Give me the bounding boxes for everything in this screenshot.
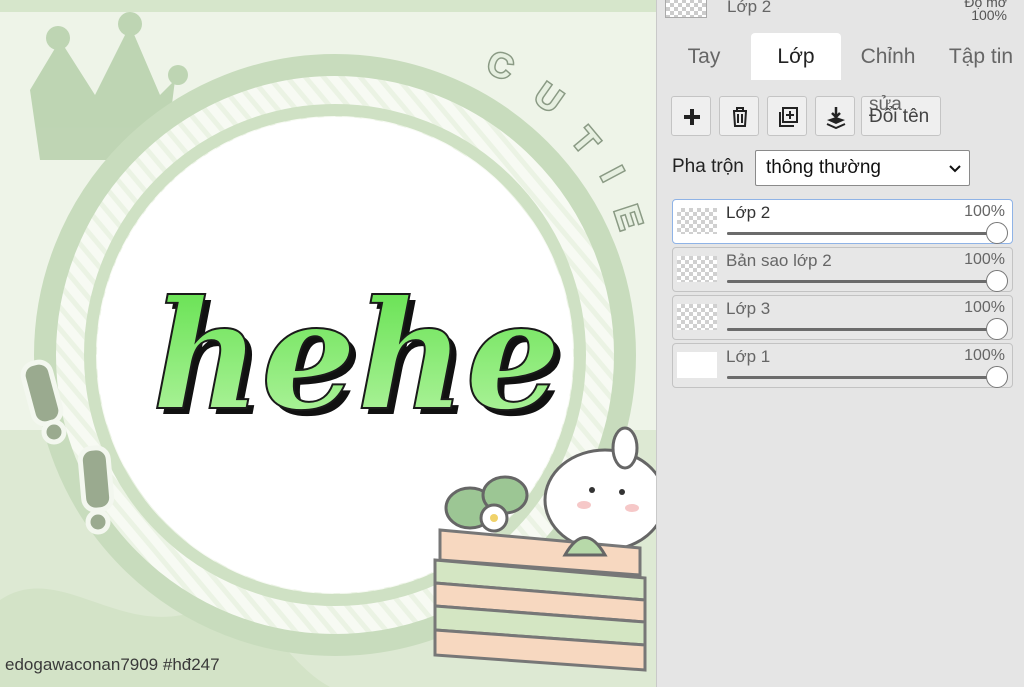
layer-name: Lớp 3 xyxy=(726,299,771,318)
layer-opacity: 100% xyxy=(964,203,1005,220)
layer-thumbnail xyxy=(677,352,717,378)
layer-thumbnail xyxy=(677,256,717,282)
add-layer-button[interactable] xyxy=(671,96,711,136)
blend-mode-label: Pha trộn xyxy=(672,156,744,177)
tab-hand[interactable]: Tay xyxy=(665,33,743,80)
opacity-slider[interactable] xyxy=(727,232,997,235)
layer-opacity: 100% xyxy=(964,251,1005,268)
chevron-down-icon xyxy=(949,165,961,173)
duplicate-icon xyxy=(779,107,798,127)
layer-thumbnail xyxy=(677,304,717,330)
current-layer-name: Lớp 2 xyxy=(727,0,772,16)
layer-thumbnail xyxy=(677,208,717,234)
duplicate-layer-button[interactable] xyxy=(767,96,807,136)
tab-file[interactable]: Tập tin xyxy=(937,33,1024,80)
current-layer-header: Lớp 2 Độ mờ 100% xyxy=(657,0,1024,30)
opacity-slider[interactable] xyxy=(727,280,997,283)
rename-label: Đổi tên xyxy=(869,106,930,127)
opacity-value: 100% xyxy=(971,7,1007,23)
opacity-slider[interactable] xyxy=(727,376,997,379)
layers-panel: Lớp 2 Độ mờ 100% Tay Lớp Chỉnh Tập tin s… xyxy=(656,0,1024,687)
layer-item[interactable]: Lớp 2 100% xyxy=(672,199,1013,244)
hehe-text-art: hehe hehe xyxy=(151,267,567,450)
layer-name: Lớp 2 xyxy=(726,203,771,222)
tab-layer[interactable]: Lớp xyxy=(751,33,841,80)
current-layer-thumbnail xyxy=(665,0,707,18)
layer-opacity: 100% xyxy=(964,299,1005,316)
layer-name: Bản sao lớp 2 xyxy=(726,251,832,270)
plus-icon xyxy=(684,109,700,125)
opacity-slider-handle[interactable] xyxy=(986,222,1008,244)
layer-name: Lớp 1 xyxy=(726,347,771,366)
tab-edit[interactable]: Chỉnh xyxy=(851,33,925,80)
rename-layer-button[interactable]: sửa Đổi tên xyxy=(861,94,941,136)
blend-mode-value: thông thường xyxy=(766,157,881,178)
svg-text:hehe: hehe xyxy=(152,268,561,444)
opacity-slider-handle[interactable] xyxy=(986,270,1008,292)
opacity-slider-handle[interactable] xyxy=(986,318,1008,340)
drawing-canvas[interactable]: C U T I E hehe hehe edogawaconan7909 #hđ… xyxy=(0,0,656,687)
credit-text: edogawaconan7909 #hđ247 xyxy=(5,655,220,674)
panel-tabs: Tay Lớp Chỉnh Tập tin xyxy=(657,33,1024,80)
opacity-slider[interactable] xyxy=(727,328,997,331)
artwork: C U T I E hehe hehe xyxy=(0,0,656,687)
blend-mode-select[interactable]: thông thường xyxy=(755,150,970,186)
delete-layer-button[interactable] xyxy=(719,96,759,136)
layer-item[interactable]: Lớp 3 100% xyxy=(672,295,1013,340)
layer-item[interactable]: Lớp 1 100% xyxy=(672,343,1013,388)
merge-down-icon xyxy=(826,107,846,129)
opacity-slider-handle[interactable] xyxy=(986,366,1008,388)
merge-down-button[interactable] xyxy=(815,96,855,136)
layer-item[interactable]: Bản sao lớp 2 100% xyxy=(672,247,1013,292)
trash-icon xyxy=(733,107,747,127)
layer-opacity: 100% xyxy=(964,347,1005,364)
